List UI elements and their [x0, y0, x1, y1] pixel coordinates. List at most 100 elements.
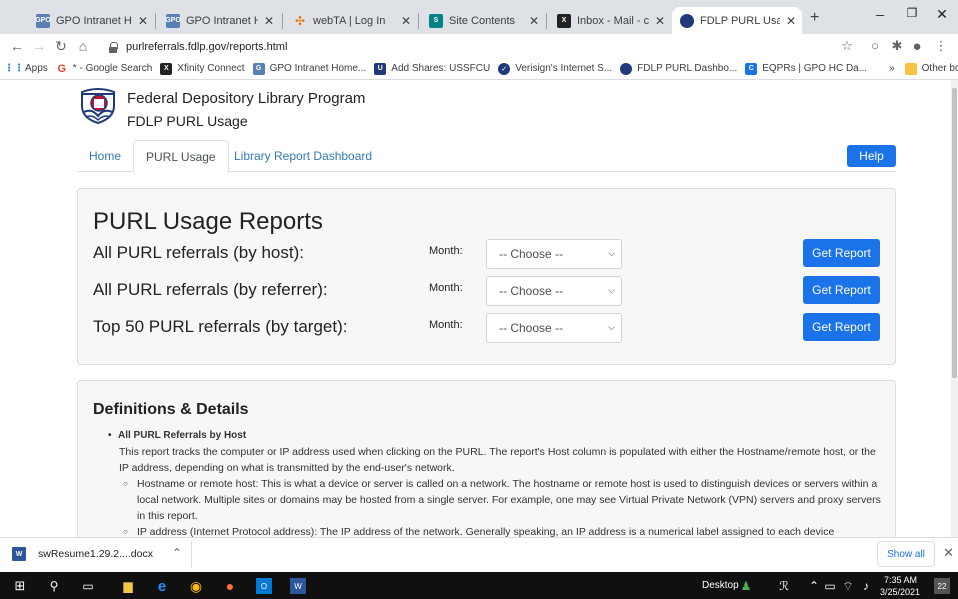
file-explorer-icon[interactable]: ▆ [120, 578, 136, 594]
get-report-button-referrer[interactable]: Get Report [803, 276, 880, 304]
network-icon[interactable]: ℛ [776, 578, 792, 594]
search-icon[interactable]: ⚲ [46, 578, 62, 594]
apps-grid-icon: ⋮⋮ [4, 63, 24, 74]
download-filename[interactable]: swResume1.29.2....docx [38, 548, 153, 560]
notification-center-icon[interactable]: 22 [934, 578, 950, 594]
scrollbar-thumb[interactable] [952, 88, 957, 378]
bookmark-verisign[interactable]: ✓ Verisign's Internet S... [498, 62, 612, 75]
close-icon[interactable]: ✕ [655, 14, 665, 28]
google-icon: G [57, 62, 67, 75]
wifi-icon[interactable]: ⌔ [840, 578, 856, 594]
window-close-button[interactable]: ✕ [932, 6, 952, 23]
bookmarks-overflow[interactable]: » [889, 63, 895, 74]
definitions-heading: Definitions & Details [93, 401, 249, 418]
battery-icon[interactable]: ▭ [822, 578, 838, 594]
month-select-host[interactable]: -- Choose -- ⌵ [486, 239, 622, 269]
reports-heading: PURL Usage Reports [93, 208, 323, 235]
month-select-target[interactable]: -- Choose -- ⌵ [486, 313, 622, 343]
forward-button[interactable]: → [28, 38, 50, 54]
gpo-icon: G [252, 62, 265, 75]
firefox-icon[interactable]: ● [222, 578, 238, 594]
bookmark-star-icon[interactable]: ☆ [838, 38, 856, 54]
lock-icon [108, 41, 118, 53]
xfinity-icon: X [557, 13, 571, 28]
sharepoint-icon: S [429, 13, 443, 28]
back-button[interactable]: ← [6, 38, 28, 54]
reload-button[interactable]: ↻ [50, 38, 72, 55]
tab-divider [418, 13, 419, 29]
month-select-referrer[interactable]: -- Choose -- ⌵ [486, 276, 622, 306]
bookmark-fdlp-dashboard[interactable]: FDLP PURL Dashbo... [620, 62, 737, 75]
home-button[interactable]: ⌂ [72, 38, 94, 54]
help-button[interactable]: Help [847, 145, 896, 167]
browser-tab-active[interactable]: FDLP PURL Usage ✕ [672, 7, 802, 34]
report-label: All PURL referrals (by referrer): [93, 280, 328, 299]
get-report-button-host[interactable]: Get Report [803, 239, 880, 267]
get-report-button-target[interactable]: Get Report [803, 313, 880, 341]
chevron-up-icon[interactable]: ⌃ [172, 546, 182, 560]
close-icon[interactable]: ✕ [138, 14, 148, 28]
close-icon[interactable]: ✕ [264, 14, 274, 28]
browser-tab-5[interactable]: X Inbox - Mail - coachj ✕ [549, 7, 671, 34]
tab-divider [155, 13, 156, 29]
close-icon[interactable]: ✕ [529, 14, 539, 28]
clock-date[interactable]: 3/25/2021 [880, 587, 920, 597]
org-subtitle: FDLP PURL Usage [127, 113, 248, 129]
bookmark-ussfcu[interactable]: U Add Shares: USSFCU [374, 62, 490, 75]
browser-tab-2[interactable]: GPO GPO Intranet Home ✕ [158, 7, 280, 34]
month-label: Month: [429, 282, 463, 294]
bookmark-google-search[interactable]: G * - Google Search [56, 63, 153, 75]
extensions-puzzle-icon[interactable]: ✱ [888, 38, 906, 54]
volume-icon[interactable]: ♪ [858, 578, 874, 594]
show-hidden-icons[interactable]: ⌃ [806, 578, 822, 594]
browser-tab-4[interactable]: S Site Contents ✕ [421, 7, 545, 34]
word-icon[interactable]: W [290, 578, 306, 594]
fdlp-icon [620, 62, 633, 75]
show-all-button[interactable]: Show all [877, 541, 935, 567]
report-row-target: Top 50 PURL referrals (by target): Month… [78, 313, 895, 343]
profile-avatar-icon[interactable]: ● [908, 38, 926, 55]
bookmark-apps[interactable]: ⋮⋮ Apps [4, 63, 48, 75]
definition-sub-ip: IP address (Internet Protocol address): … [108, 524, 883, 537]
close-icon[interactable]: ✕ [786, 14, 796, 28]
nav-library-report-dashboard[interactable]: Library Report Dashboard [222, 140, 384, 172]
bookmark-gpo-intranet[interactable]: G GPO Intranet Home... [252, 62, 366, 75]
bookmark-other[interactable]: Other bookmarks [904, 62, 958, 75]
people-icon[interactable]: ♟ [738, 578, 754, 594]
xfinity-icon: X [160, 62, 173, 75]
menu-kebab-icon[interactable]: ⋮ [932, 38, 950, 54]
windows-start-icon[interactable]: ⊞ [12, 578, 28, 594]
outlook-icon[interactable]: O [256, 578, 272, 594]
tab-divider [282, 13, 283, 29]
chrome-icon[interactable]: ◉ [188, 578, 204, 594]
nav-purl-usage[interactable]: PURL Usage [133, 140, 229, 173]
new-tab-button[interactable]: + [810, 9, 819, 27]
address-bar[interactable]: purlreferrals.fdlp.gov/reports.html [108, 38, 828, 56]
clock-time[interactable]: 7:35 AM [884, 575, 917, 585]
chevron-down-icon: ⌵ [608, 285, 615, 295]
definitions-card: Definitions & Details All PURL Referrals… [77, 380, 896, 537]
restore-button[interactable]: ❐ [902, 6, 922, 20]
reports-card: PURL Usage Reports All PURL referrals (b… [77, 188, 896, 365]
close-icon[interactable]: ✕ [401, 14, 411, 28]
desktop-toolbar-label[interactable]: Desktop [702, 580, 739, 591]
nav-home[interactable]: Home [77, 140, 133, 172]
downloads-divider [191, 541, 192, 568]
extension-icon[interactable]: ○ [866, 38, 884, 53]
tab-divider [546, 13, 547, 29]
gpo-icon: GPO [35, 13, 51, 28]
task-view-icon[interactable]: ▭ [80, 578, 96, 594]
minimize-button[interactable]: – [870, 6, 890, 22]
tab-strip: GPO GPO Intranet Home ✕ GPO GPO Intranet… [0, 0, 958, 34]
definition-item-title: All PURL Referrals by Host [108, 428, 883, 444]
org-title: Federal Depository Library Program [127, 90, 366, 107]
report-row-host: All PURL referrals (by host): Month: -- … [78, 239, 895, 269]
verisign-icon: ✓ [498, 62, 511, 75]
internet-explorer-icon[interactable]: e [154, 578, 170, 595]
browser-tab-3[interactable]: ✣ webTA | Log In ✕ [285, 7, 417, 34]
bookmark-eqprs[interactable]: C EQPRs | GPO HC Da... [745, 62, 867, 75]
folder-icon [904, 62, 917, 75]
close-icon[interactable]: ✕ [943, 545, 954, 561]
browser-tab-1[interactable]: GPO GPO Intranet Home ✕ [28, 7, 154, 34]
bookmark-xfinity[interactable]: X Xfinity Connect [160, 62, 245, 75]
